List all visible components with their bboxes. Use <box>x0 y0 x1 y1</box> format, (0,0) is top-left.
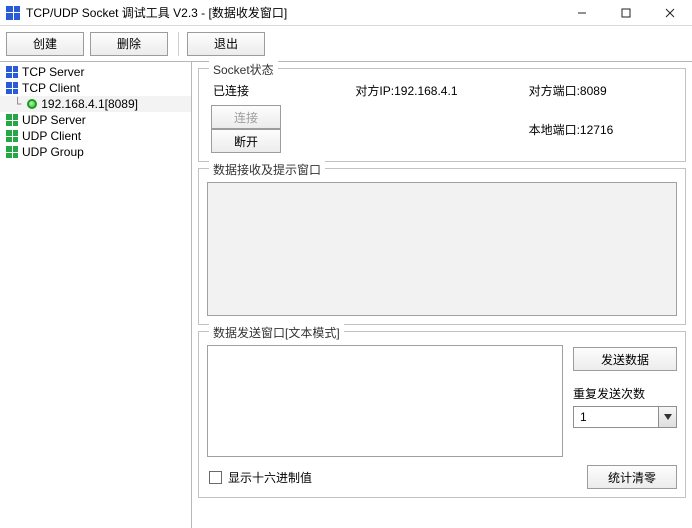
minimize-button[interactable] <box>560 0 604 25</box>
send-data-button[interactable]: 发送数据 <box>573 347 677 371</box>
socket-status-group: Socket状态 已连接 对方IP:192.168.4.1 对方端口:8089 … <box>198 68 686 162</box>
send-legend: 数据发送窗口[文本模式] <box>209 324 344 341</box>
content-panel: Socket状态 已连接 对方IP:192.168.4.1 对方端口:8089 … <box>192 62 692 528</box>
send-bottom-bar: 显示十六进制值 统计清零 <box>207 465 677 489</box>
main-area: TCP Server TCP Client └ 192.168.4.1[8089… <box>0 62 692 528</box>
repeat-count-value: 1 <box>574 410 658 424</box>
send-textarea[interactable] <box>207 345 563 457</box>
create-button[interactable]: 创建 <box>6 32 84 56</box>
checkbox-icon <box>209 471 222 484</box>
clear-stats-button[interactable]: 统计清零 <box>587 465 677 489</box>
local-port-label: 本地端口:12716 <box>529 121 677 138</box>
tree-node-tcp-client-connection[interactable]: └ 192.168.4.1[8089] <box>0 96 191 112</box>
tree-label: TCP Client <box>22 81 80 95</box>
tree-label: UDP Client <box>22 129 81 143</box>
group-icon <box>6 146 18 158</box>
repeat-count-label: 重复发送次数 <box>573 385 677 402</box>
tree-label: UDP Server <box>22 113 86 127</box>
receive-textarea[interactable] <box>207 182 677 316</box>
delete-button[interactable]: 删除 <box>90 32 168 56</box>
close-button[interactable] <box>648 0 692 25</box>
peer-port-label: 对方端口:8089 <box>529 82 677 99</box>
disconnect-button[interactable]: 断开 <box>211 129 281 153</box>
client-icon <box>6 130 18 142</box>
tree-node-tcp-server[interactable]: TCP Server <box>0 64 191 80</box>
tree-branch-icon: └ <box>14 97 21 111</box>
toolbar-separator <box>178 32 179 56</box>
send-group: 数据发送窗口[文本模式] 发送数据 重复发送次数 1 <box>198 331 686 498</box>
connect-buttons: 连接 断开 <box>207 105 355 153</box>
connected-icon <box>27 99 37 109</box>
client-icon <box>6 82 18 94</box>
receive-group: 数据接收及提示窗口 <box>198 168 686 325</box>
tree-label: TCP Server <box>22 65 84 79</box>
chevron-down-icon <box>658 407 676 427</box>
peer-ip-label: 对方IP:192.168.4.1 <box>355 82 528 99</box>
tree-node-tcp-client[interactable]: TCP Client <box>0 80 191 96</box>
server-icon <box>6 66 18 78</box>
connect-button[interactable]: 连接 <box>211 105 281 129</box>
local-port-value: 12716 <box>580 123 613 137</box>
tree-node-udp-group[interactable]: UDP Group <box>0 144 191 160</box>
window-title: TCP/UDP Socket 调试工具 V2.3 - [数据收发窗口] <box>26 4 560 21</box>
hex-display-label: 显示十六进制值 <box>228 469 312 486</box>
status-text: 已连接 <box>207 82 355 99</box>
repeat-count-combo[interactable]: 1 <box>573 406 677 428</box>
tree-node-udp-server[interactable]: UDP Server <box>0 112 191 128</box>
socket-status-legend: Socket状态 <box>209 61 278 78</box>
title-bar: TCP/UDP Socket 调试工具 V2.3 - [数据收发窗口] <box>0 0 692 26</box>
connection-tree: TCP Server TCP Client └ 192.168.4.1[8089… <box>0 62 192 528</box>
exit-button[interactable]: 退出 <box>187 32 265 56</box>
hex-display-checkbox[interactable]: 显示十六进制值 <box>207 469 312 486</box>
receive-legend: 数据接收及提示窗口 <box>209 161 325 178</box>
peer-ip-value: 192.168.4.1 <box>394 84 457 98</box>
tree-label: UDP Group <box>22 145 84 159</box>
window-controls <box>560 0 692 25</box>
tree-node-udp-client[interactable]: UDP Client <box>0 128 191 144</box>
tree-label: 192.168.4.1[8089] <box>41 97 138 111</box>
app-icon <box>6 6 20 20</box>
send-side-controls: 发送数据 重复发送次数 1 <box>573 345 677 457</box>
toolbar: 创建 删除 退出 <box>0 26 692 62</box>
maximize-button[interactable] <box>604 0 648 25</box>
peer-port-value: 8089 <box>580 84 607 98</box>
server-icon <box>6 114 18 126</box>
